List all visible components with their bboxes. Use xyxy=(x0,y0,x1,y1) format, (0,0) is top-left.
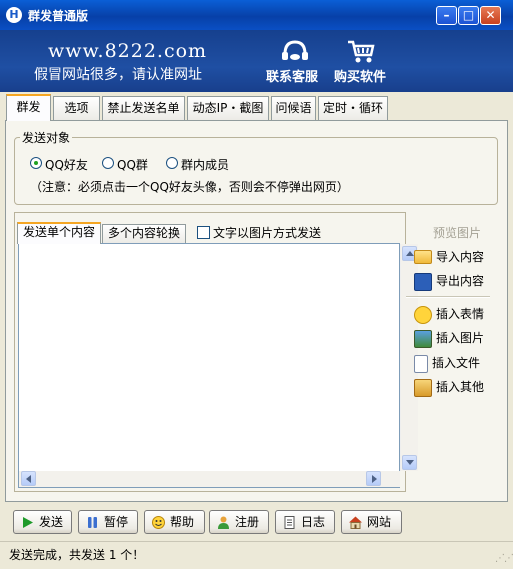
register-button-label: 注册 xyxy=(235,515,260,529)
radio-qq-group-label[interactable]: QQ群 xyxy=(117,156,148,173)
radio-qq-friends-label[interactable]: QQ好友 xyxy=(45,156,88,173)
pause-button[interactable]: 暂停 xyxy=(78,510,138,534)
save-disk-icon xyxy=(414,272,432,291)
app-icon: H xyxy=(6,7,22,23)
side-separator xyxy=(406,296,490,298)
website-button[interactable]: 网站 xyxy=(341,510,402,534)
window-title: 群发普通版 xyxy=(28,9,89,23)
tab-send[interactable]: 群发 xyxy=(6,94,51,121)
headset-icon[interactable] xyxy=(280,38,310,64)
log-document-icon xyxy=(284,516,295,529)
arrow-right-icon xyxy=(372,475,377,483)
arrow-left-icon xyxy=(26,475,31,483)
insert-other-icon xyxy=(414,378,432,397)
send-button[interactable]: 发送 xyxy=(13,510,72,534)
scroll-left-button[interactable] xyxy=(21,471,36,486)
smiley-icon xyxy=(414,305,432,324)
log-button-label: 日志 xyxy=(301,515,326,529)
play-icon xyxy=(23,517,33,528)
send-button-label: 发送 xyxy=(39,515,64,529)
help-face-icon xyxy=(152,516,165,529)
insert-file-button[interactable]: 插入文件 xyxy=(414,353,480,373)
insert-file-label: 插入文件 xyxy=(432,356,481,370)
horizontal-scrollbar[interactable] xyxy=(19,471,400,487)
insert-other-label: 插入其他 xyxy=(436,380,485,394)
maximize-button[interactable]: □ xyxy=(458,6,479,25)
insert-picture-button[interactable]: 插入图片 xyxy=(414,328,484,348)
export-content-label: 导出内容 xyxy=(436,274,485,288)
radio-group-members[interactable] xyxy=(166,157,178,169)
buy-software-link[interactable]: 购买软件 xyxy=(334,66,386,85)
status-text: 发送完成，共发送 1 个！ xyxy=(9,548,145,562)
insert-picture-label: 插入图片 xyxy=(436,331,485,345)
arrow-down-icon xyxy=(406,460,414,465)
target-legend: 发送对象 xyxy=(20,129,73,146)
arrow-up-icon xyxy=(406,251,414,256)
minimize-button[interactable]: – xyxy=(436,6,457,25)
banner: www.8222.com 假冒网站很多，请认准网址 联系客服 购买软件 xyxy=(0,30,513,92)
scroll-right-button[interactable] xyxy=(366,471,381,486)
notice-text: （注意：必须点击一个QQ好友头像，否则会不停弹出网页） xyxy=(30,180,349,194)
send-as-image-checkbox[interactable] xyxy=(197,226,210,239)
tab-greetings[interactable]: 问候语 xyxy=(271,96,316,120)
home-icon xyxy=(349,516,362,529)
radio-group-members-label[interactable]: 群内成员 xyxy=(181,156,229,173)
banner-warning: 假冒网站很多，请认准网址 xyxy=(34,67,202,83)
website-button-label: 网站 xyxy=(367,515,392,529)
register-button[interactable]: 注册 xyxy=(209,510,269,534)
file-icon xyxy=(414,354,428,373)
tab-dynamic-ip[interactable]: 动态IP・截图 xyxy=(187,96,269,120)
banner-url[interactable]: www.8222.com xyxy=(48,40,207,62)
pause-icon xyxy=(88,517,97,528)
radio-qq-friends[interactable] xyxy=(30,157,42,169)
tab-options[interactable]: 选项 xyxy=(53,96,100,120)
cart-icon[interactable] xyxy=(346,38,376,64)
insert-other-button[interactable]: 插入其他 xyxy=(414,377,484,397)
subtab-single-content[interactable]: 发送单个内容 xyxy=(17,222,101,244)
export-content-button[interactable]: 导出内容 xyxy=(414,271,484,291)
folder-open-icon xyxy=(414,249,432,264)
close-button[interactable]: ✕ xyxy=(480,6,501,25)
tab-schedule[interactable]: 定时・循环 xyxy=(318,96,388,120)
close-icon: ✕ xyxy=(485,8,496,22)
minimize-icon: – xyxy=(443,8,450,22)
contact-support-link[interactable]: 联系客服 xyxy=(266,66,318,85)
maximize-icon: □ xyxy=(462,8,475,22)
insert-emoji-button[interactable]: 插入表情 xyxy=(414,304,484,324)
help-button-label: 帮助 xyxy=(170,515,195,529)
insert-emoji-label: 插入表情 xyxy=(436,307,485,321)
send-as-image-label[interactable]: 文字以图片方式发送 xyxy=(213,224,321,241)
tab-blocklist[interactable]: 禁止发送名单 xyxy=(102,96,185,120)
scroll-down-button[interactable] xyxy=(402,455,417,470)
import-content-label: 导入内容 xyxy=(436,250,485,264)
import-content-button[interactable]: 导入内容 xyxy=(414,247,484,267)
radio-selected-dot xyxy=(34,161,38,165)
message-editor[interactable] xyxy=(18,243,418,488)
subtab-rotating-content[interactable]: 多个内容轮换 xyxy=(102,224,186,243)
log-button[interactable]: 日志 xyxy=(275,510,335,534)
radio-qq-group[interactable] xyxy=(102,157,114,169)
preview-image-button[interactable]: 预览图片 xyxy=(433,224,481,241)
user-icon xyxy=(218,516,229,529)
resize-grip-icon[interactable]: ⋰⋰ xyxy=(495,553,513,565)
help-button[interactable]: 帮助 xyxy=(144,510,205,534)
pause-button-label: 暂停 xyxy=(104,515,129,529)
picture-icon xyxy=(414,329,432,348)
